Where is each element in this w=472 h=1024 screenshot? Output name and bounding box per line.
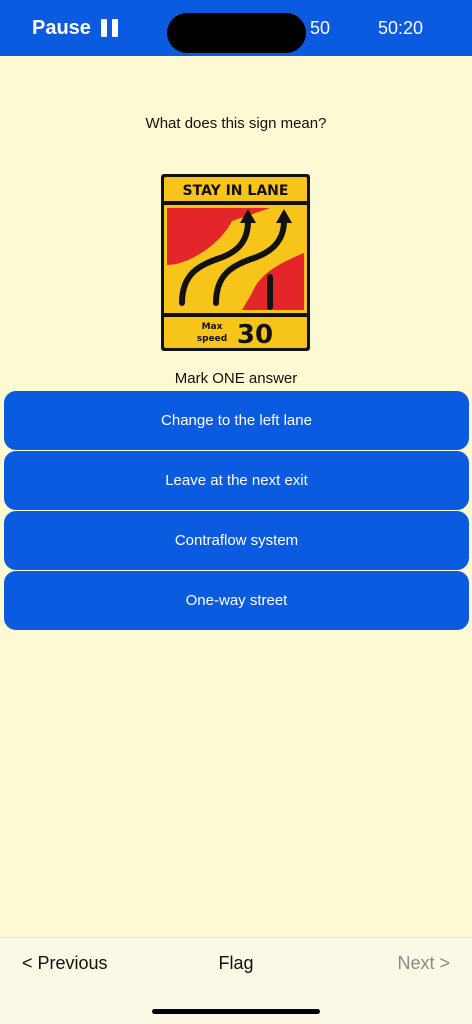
sign-max-label: Max (202, 322, 223, 332)
answer-label: One-way street (185, 592, 288, 609)
answer-instruction: Mark ONE answer (174, 370, 298, 387)
exam-timer: 50:20 (378, 18, 424, 38)
question-counter: 50 (310, 18, 331, 38)
answer-option-1[interactable]: Change to the left lane (4, 391, 469, 450)
flag-button[interactable]: Flag (218, 953, 253, 973)
camera-notch (167, 13, 306, 53)
home-indicator[interactable] (152, 1009, 320, 1014)
answer-label: Contraflow system (174, 532, 299, 549)
sign-speed-value: 30 (237, 320, 273, 350)
answer-option-4[interactable]: One-way street (4, 571, 469, 630)
top-bar: Pause 50 50:20 (0, 0, 472, 56)
question-text: What does this sign mean? (145, 115, 327, 132)
answer-label: Change to the left lane (161, 412, 312, 429)
pause-icon (100, 19, 118, 37)
sign-speed-label: speed (197, 334, 227, 344)
pause-button[interactable]: Pause (32, 14, 118, 42)
previous-button[interactable]: < Previous (22, 953, 108, 974)
sign-top-text: STAY IN LANE (183, 183, 289, 199)
stay-in-lane-sign: STAY IN LANE Max speed 30 (161, 174, 310, 351)
next-button[interactable]: Next > (397, 953, 450, 974)
road-sign-image: STAY IN LANE Max speed 30 (160, 173, 311, 352)
answer-label: Leave at the next exit (165, 472, 308, 489)
pause-label: Pause (32, 16, 91, 39)
answer-option-3[interactable]: Contraflow system (4, 511, 469, 570)
answer-option-2[interactable]: Leave at the next exit (4, 451, 469, 510)
